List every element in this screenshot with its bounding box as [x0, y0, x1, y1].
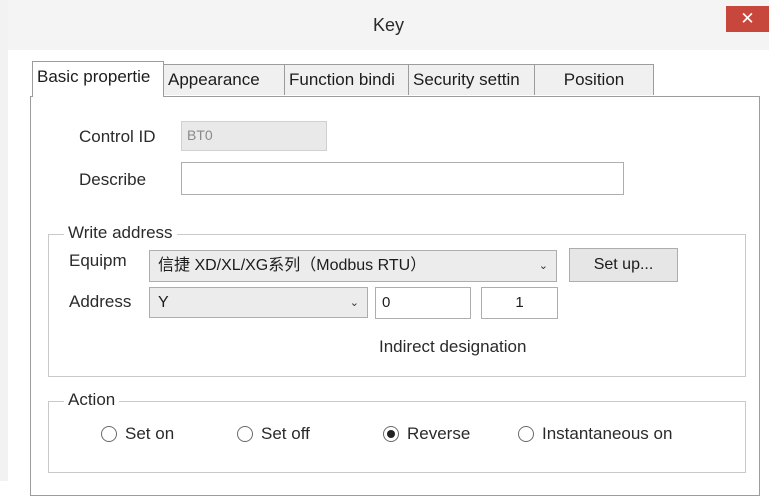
address-label: Address	[69, 292, 132, 311]
describe-label: Describe	[79, 170, 147, 189]
tab-function-binding[interactable]: Function bindi	[284, 64, 409, 95]
address-type-select[interactable]: Y ⌄	[149, 287, 368, 318]
equipment-select[interactable]: 信捷 XD/XL/XG系列（Modbus RTU） ⌄	[149, 250, 557, 282]
radio-button-icon	[237, 426, 253, 442]
window-title: Key	[372, 15, 405, 35]
setup-button[interactable]: Set up...	[569, 248, 678, 282]
tab-position[interactable]: Position	[534, 64, 654, 95]
close-icon: ✕	[740, 9, 755, 28]
radio-button-icon	[518, 426, 534, 442]
write-address-title: Write address	[64, 223, 177, 243]
chevron-down-icon: ⌄	[349, 297, 359, 309]
radio-button-checked-icon	[383, 426, 399, 442]
equipment-label: Equipm	[69, 251, 127, 270]
indirect-designation-label: Indirect designation	[379, 337, 527, 356]
address-type-value: Y	[158, 294, 169, 311]
radio-button-icon	[101, 426, 117, 442]
address-count-input[interactable]: 1	[481, 287, 558, 319]
chevron-down-icon: ⌄	[538, 260, 548, 272]
action-title: Action	[64, 390, 120, 410]
title-bar: Key ✕	[8, 0, 769, 50]
address-input[interactable]: 0	[375, 287, 471, 319]
tab-basic-properties[interactable]: Basic propertie	[32, 61, 164, 97]
describe-input[interactable]	[181, 162, 624, 195]
radio-set-off-label: Set off	[261, 424, 310, 443]
close-button[interactable]: ✕	[726, 6, 769, 32]
equipment-value: 信捷 XD/XL/XG系列（Modbus RTU）	[158, 257, 427, 274]
radio-instantaneous-on-label: Instantaneous on	[542, 424, 673, 443]
control-id-field: BT0	[181, 121, 327, 151]
tab-appearance[interactable]: Appearance	[163, 64, 285, 95]
tab-security-settings[interactable]: Security settin	[408, 64, 535, 95]
control-id-label: Control ID	[79, 127, 156, 146]
radio-reverse-label: Reverse	[407, 424, 471, 443]
radio-set-on-label: Set on	[125, 424, 175, 443]
